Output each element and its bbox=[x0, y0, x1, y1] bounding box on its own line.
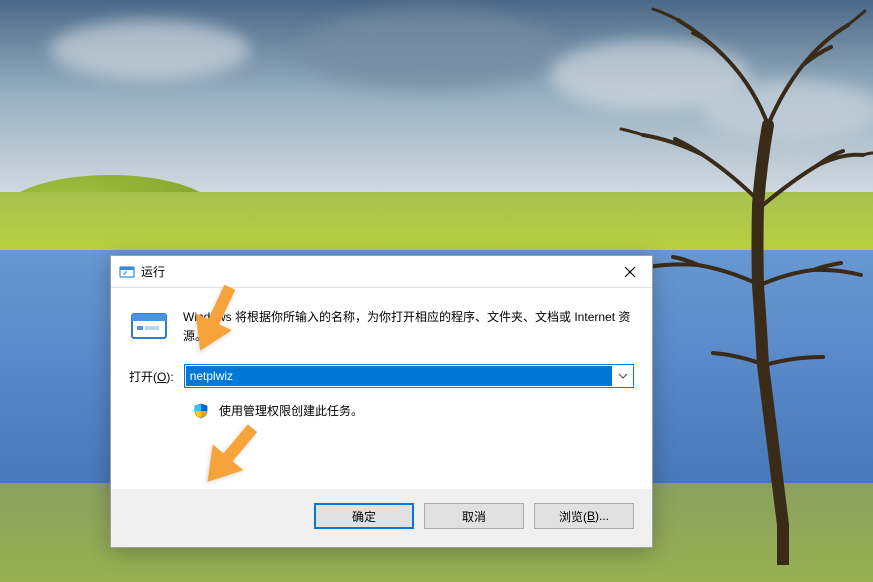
titlebar[interactable]: 运行 bbox=[111, 256, 652, 288]
cancel-button[interactable]: 取消 bbox=[424, 503, 524, 529]
run-large-icon bbox=[129, 306, 169, 346]
admin-task-label: 使用管理权限创建此任务。 bbox=[219, 402, 363, 419]
open-label: 打开(O): bbox=[129, 368, 174, 385]
close-button[interactable] bbox=[607, 256, 652, 287]
dialog-content: Windows 将根据你所输入的名称，为你打开相应的程序、文件夹、文档或 Int… bbox=[111, 288, 652, 489]
dialog-title: 运行 bbox=[141, 263, 607, 280]
button-bar: 确定 取消 浏览(B)... bbox=[111, 489, 652, 547]
open-input[interactable] bbox=[186, 366, 612, 386]
shield-icon bbox=[193, 403, 209, 419]
open-combobox[interactable] bbox=[184, 364, 634, 388]
ok-button[interactable]: 确定 bbox=[314, 503, 414, 529]
chevron-down-icon[interactable] bbox=[613, 365, 633, 387]
run-dialog: 运行 Windows 将根据你所输入的名称，为你打开相应的程序、文件夹、文档或 … bbox=[110, 255, 653, 548]
run-icon bbox=[119, 264, 135, 280]
browse-button[interactable]: 浏览(B)... bbox=[534, 503, 634, 529]
dialog-description: Windows 将根据你所输入的名称，为你打开相应的程序、文件夹、文档或 Int… bbox=[183, 306, 634, 346]
